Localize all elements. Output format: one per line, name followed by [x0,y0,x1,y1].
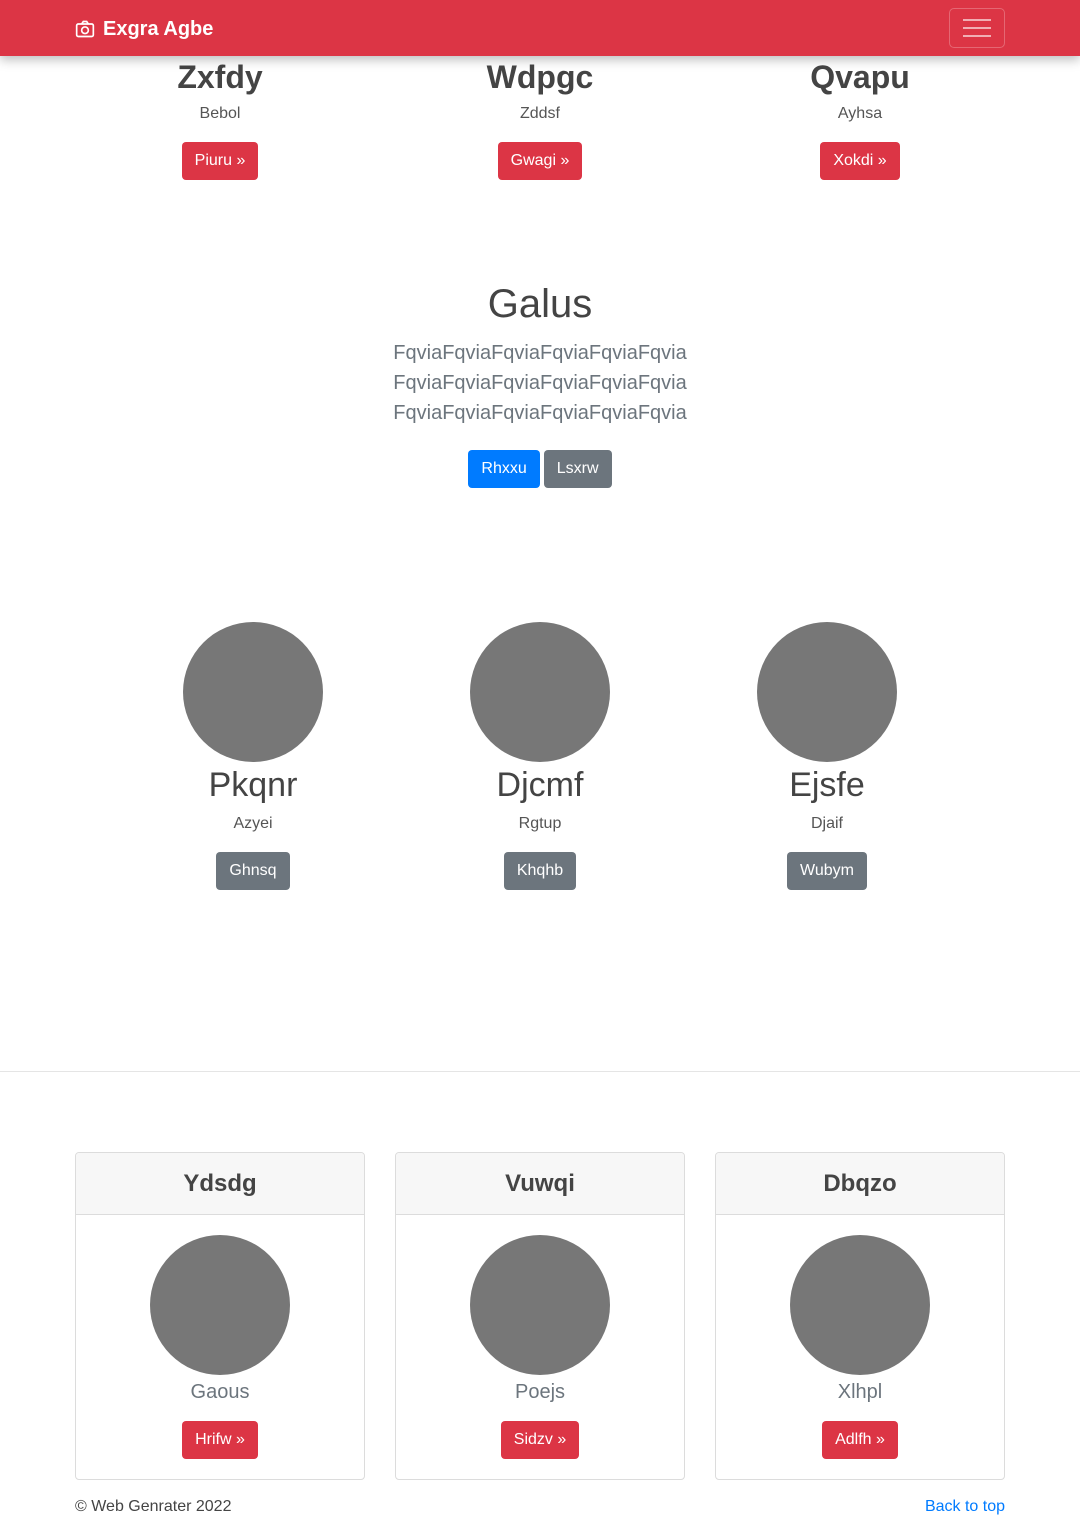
feature-subtitle: Zddsf [519,105,560,122]
feature-button[interactable]: Gwagi » [497,142,583,180]
hero-primary-button[interactable]: Rhxxu [468,450,540,488]
person-name: Pkqnr [208,766,298,804]
section-divider [0,1071,1080,1072]
hero-text: FqviaFqviaFqviaFqviaFqviaFqvia FqviaFqvi… [393,342,687,424]
hero-title: Galus [487,282,593,326]
card-label: Xlhpl [837,1381,883,1403]
person-column: Ejsfe Djaif Wubym [727,622,927,890]
feature-title: Wdpgc [486,59,594,95]
camera-icon [75,20,95,38]
feature-button[interactable]: Xokdi » [820,142,900,180]
card-body: Gaous Hrifw » [76,1215,364,1459]
person-button[interactable]: Wubym [787,852,867,890]
person-subtitle: Azyei [233,815,273,832]
card-button[interactable]: Adlfh » [822,1421,898,1459]
person-name: Ejsfe [789,766,865,804]
person-button[interactable]: Ghnsq [216,852,290,890]
navbar: Exgra Agbe [0,0,1080,56]
card-header: Dbqzo [716,1153,1004,1215]
hero-buttons: Rhxxu Lsxrw [0,450,1080,488]
card-label: Gaous [190,1381,250,1403]
avatar-placeholder [470,1235,610,1375]
feature-title: Qvapu [810,59,910,95]
back-to-top-link[interactable]: Back to top [925,1498,1005,1516]
feature-column: Zxfdy Bebol Piuru » [60,56,380,180]
feature-subtitle: Ayhsa [837,105,883,122]
avatar-placeholder [470,622,610,762]
card-header: Vuwqi [396,1153,684,1215]
navbar-brand[interactable]: Exgra Agbe [75,16,213,42]
feature-column: Qvapu Ayhsa Xokdi » [700,56,1020,180]
feature-title: Zxfdy [177,59,263,95]
person-subtitle: Rgtup [518,815,562,832]
person-column: Pkqnr Azyei Ghnsq [153,622,353,890]
feature-subtitle: Bebol [199,105,241,122]
avatar-placeholder [790,1235,930,1375]
card: Dbqzo Xlhpl Adlfh » [715,1152,1005,1480]
card: Ydsdg Gaous Hrifw » [75,1152,365,1480]
feature-button[interactable]: Piuru » [181,142,259,180]
hero-secondary-button[interactable]: Lsxrw [543,450,612,488]
avatar-placeholder [183,622,323,762]
hamburger-menu-icon [963,19,991,37]
brand-label: Exgra Agbe [103,17,214,40]
card-body: Poejs Sidzv » [396,1215,684,1459]
person-subtitle: Djaif [810,815,843,832]
person-button[interactable]: Khqhb [503,852,577,890]
card: Vuwqi Poejs Sidzv » [395,1152,685,1480]
hero-section: Galus FqviaFqviaFqviaFqviaFqviaFqvia Fqv… [0,280,1080,488]
avatar-placeholder [757,622,897,762]
person-column: Djcmf Rgtup Khqhb [440,622,640,890]
person-name: Djcmf [496,766,584,804]
card-button[interactable]: Hrifw » [182,1421,258,1459]
footer-copyright: © Web Genrater 2022 [75,1498,232,1515]
avatar-placeholder [150,1235,290,1375]
feature-column: Wdpgc Zddsf Gwagi » [380,56,700,180]
card-header: Ydsdg [76,1153,364,1215]
navbar-toggle-button[interactable] [949,8,1005,48]
card-button[interactable]: Sidzv » [500,1421,580,1459]
card-body: Xlhpl Adlfh » [716,1215,1004,1459]
card-label: Poejs [514,1381,566,1403]
